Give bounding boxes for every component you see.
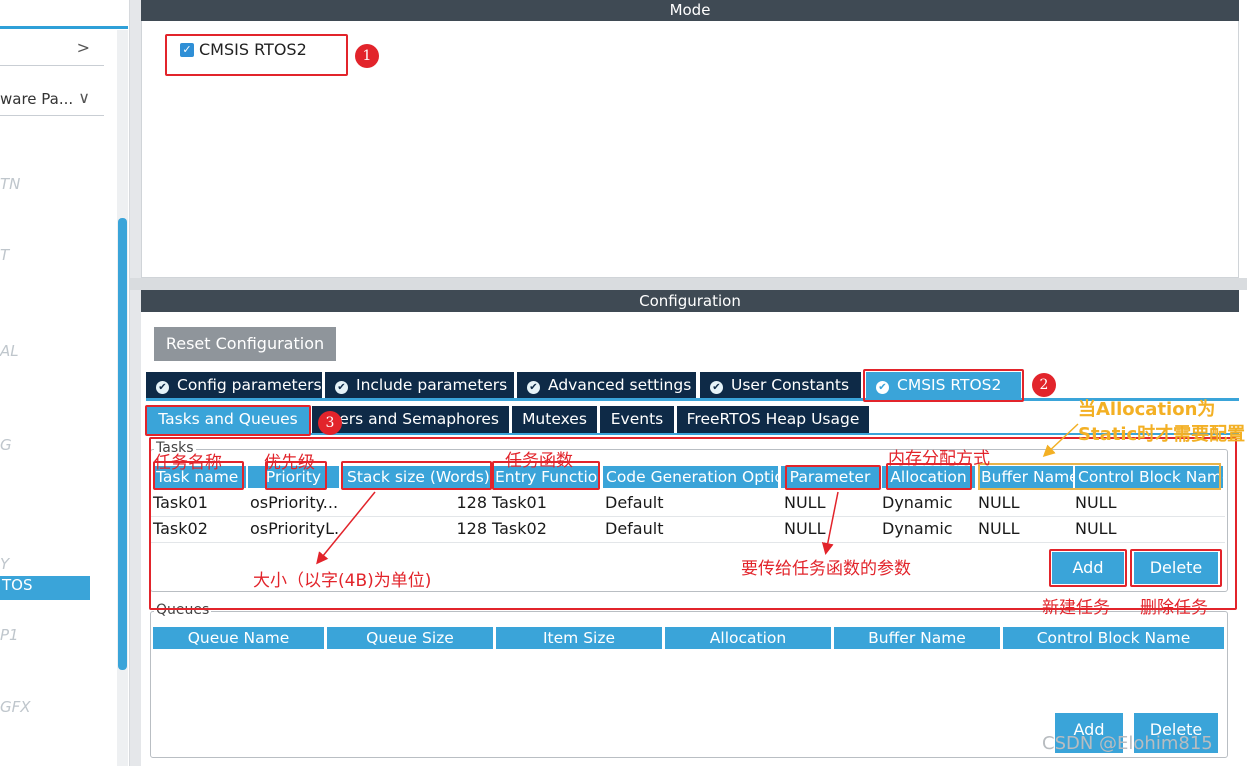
- watermark: CSDN @Elohim815: [1042, 733, 1213, 754]
- arrow-parameter: [821, 491, 839, 555]
- annotation-arrows: [316, 423, 1079, 565]
- arrow-static-note: [1042, 423, 1079, 458]
- arrow-stack-size: [316, 491, 376, 565]
